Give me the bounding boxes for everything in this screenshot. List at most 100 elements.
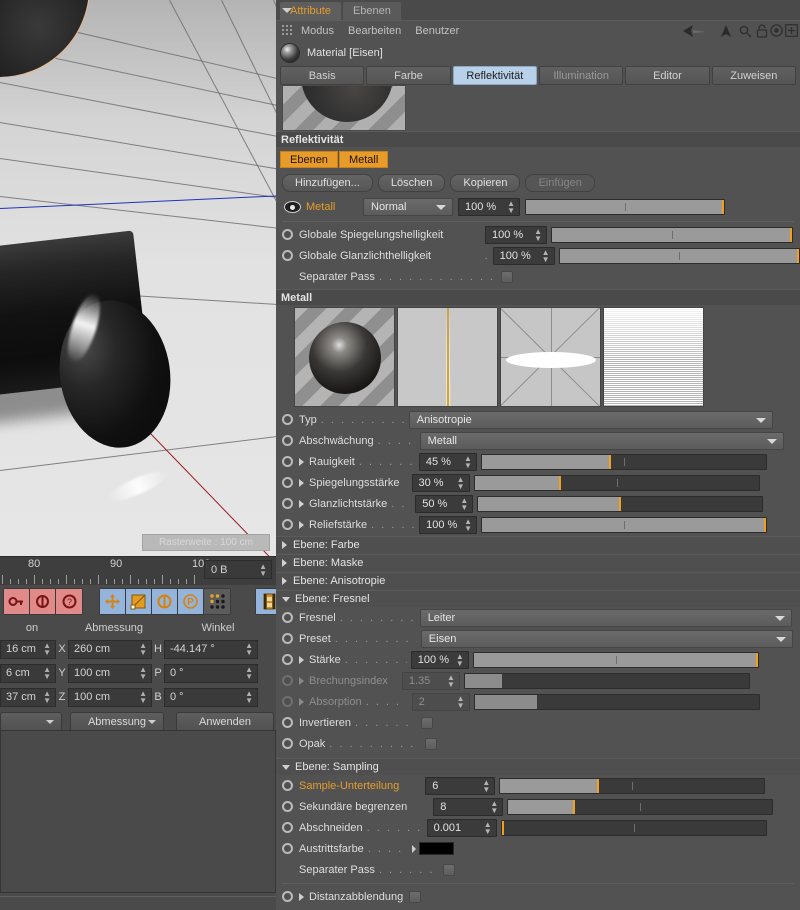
coord-mode-select[interactable] xyxy=(0,712,62,732)
lock-icon[interactable] xyxy=(756,24,768,41)
stepper-icon[interactable]: ▲ ▼ xyxy=(43,690,51,705)
blend-mode-select[interactable]: Normal xyxy=(363,198,453,216)
rauigkeit-row[interactable]: Rauigkeit . . . . . . . 45 % ▲▼ xyxy=(276,451,800,472)
stepper-icon[interactable]: ▲ ▼ xyxy=(139,642,147,657)
object-manager-empty[interactable] xyxy=(0,730,276,893)
material-preview[interactable] xyxy=(282,85,406,131)
question-key-icon[interactable]: ? xyxy=(56,589,82,614)
spiegelungsstaerke-field[interactable]: 30 % ▲ ▼ xyxy=(411,473,470,492)
anim-track-icon[interactable] xyxy=(282,477,293,488)
expand-arrow-icon[interactable] xyxy=(299,892,304,901)
sample-unterteilung-row[interactable]: Sample-Unterteilung 6 ▲ ▼ xyxy=(276,775,800,796)
typ-row[interactable]: Typ . . . . . . . . . Anisotropie xyxy=(276,409,800,430)
rauigkeit-field[interactable]: 45 % ▲ ▼ xyxy=(418,452,477,471)
eye-icon[interactable] xyxy=(284,201,301,213)
sample-unterteilung-field[interactable]: 6 ▲ ▼ xyxy=(425,776,496,795)
spiegelungsstaerke-slider[interactable] xyxy=(473,474,760,491)
fresnel-select[interactable]: Leiter xyxy=(419,608,792,627)
anim-track-icon[interactable] xyxy=(282,738,293,749)
anim-track-icon[interactable] xyxy=(282,435,293,446)
staerke-slider[interactable] xyxy=(472,651,759,668)
stepper-icon[interactable]: ▲ ▼ xyxy=(460,496,468,511)
staerke-field[interactable]: 100 % ▲ ▼ xyxy=(410,650,469,669)
sampling-separate-pass-row[interactable]: Separater Pass . . . . . . xyxy=(276,859,800,880)
preset-row[interactable]: Preset . . . . . . . . . Eisen xyxy=(276,628,800,649)
expand-arrow-icon[interactable] xyxy=(299,655,304,664)
stepper-icon[interactable]: ▲ ▼ xyxy=(245,642,253,657)
anisotropy-preview[interactable] xyxy=(500,307,601,407)
abschneiden-field[interactable]: 0.001 ▲ ▼ xyxy=(426,818,497,837)
stepper-icon[interactable]: ▲ ▼ xyxy=(259,562,267,577)
move-icon[interactable] xyxy=(100,589,126,614)
global-reflection-brightness-field[interactable]: 100 % ▲ ▼ xyxy=(485,225,547,244)
absorption-row[interactable]: Absorption . . . . 2 ▲ ▼ xyxy=(276,691,800,712)
stepper-icon[interactable]: ▲ ▼ xyxy=(484,820,492,835)
separate-pass-checkbox[interactable] xyxy=(500,270,513,283)
stepper-icon[interactable]: ▲ ▼ xyxy=(507,200,515,215)
key-icon[interactable] xyxy=(4,589,30,614)
stepper-icon[interactable]: ▲ ▼ xyxy=(457,694,465,709)
anim-track-icon[interactable] xyxy=(282,229,293,240)
austrittsfarbe-swatch[interactable] xyxy=(418,842,454,855)
size-mode-select[interactable]: Abmessung xyxy=(70,712,164,732)
layer-row-metall[interactable]: Metall Normal 100 % ▲ ▼ xyxy=(276,196,800,218)
global-specular-brightness-row[interactable]: Globale Glanzlichthelligkeit .. 100 % ▲▼ xyxy=(276,245,800,266)
abschwaechung-select[interactable]: Metall xyxy=(419,431,784,450)
attribute-menubar[interactable]: Modus Bearbeiten Benutzer xyxy=(276,20,800,40)
anim-track-icon[interactable] xyxy=(282,696,293,707)
rotation-b-field[interactable]: 0 ° ▲ ▼ xyxy=(164,687,258,707)
apply-button[interactable]: Anwenden xyxy=(176,712,274,732)
stepper-icon[interactable]: ▲ ▼ xyxy=(43,666,51,681)
parametric-icon[interactable]: P xyxy=(178,589,204,614)
tab-illumination[interactable]: Illumination xyxy=(538,66,624,85)
expand-arrow-icon[interactable] xyxy=(299,457,304,466)
anim-track-icon[interactable] xyxy=(282,780,293,791)
layer-buttons[interactable]: Hinzufügen... Löschen Kopieren Einfügen xyxy=(276,172,800,194)
abschwaechung-row[interactable]: Abschwächung . . . . Metall xyxy=(276,430,800,451)
up-arrow-icon[interactable] xyxy=(718,24,734,41)
size-y-field[interactable]: 100 cm ▲ ▼ xyxy=(68,663,152,683)
staerke-row[interactable]: Stärke . . . . . . . 100 % ▲ ▼ xyxy=(276,649,800,670)
anim-track-icon[interactable] xyxy=(282,519,293,530)
opak-row[interactable]: Opak . . . . . . . . . . xyxy=(276,733,800,754)
group-ebene-farbe[interactable]: Ebene: Farbe xyxy=(276,536,800,553)
reliefstaerke-field[interactable]: 100 % ▲ ▼ xyxy=(419,515,478,534)
expand-arrow-icon[interactable] xyxy=(299,697,304,706)
size-z-field[interactable]: 100 cm ▲ ▼ xyxy=(68,687,152,707)
distanzabblendung-checkbox[interactable] xyxy=(409,890,422,903)
anim-track-icon[interactable] xyxy=(282,822,293,833)
3d-viewport[interactable]: Rasterweite : 100 cm xyxy=(0,0,276,556)
transform-tool-group[interactable]: P xyxy=(99,588,231,615)
abschneiden-slider[interactable] xyxy=(500,819,767,836)
invertieren-checkbox[interactable] xyxy=(420,716,433,729)
tab-ebenen[interactable]: Ebenen xyxy=(342,2,401,20)
position-x-field[interactable]: 16 cm ▲ ▼ xyxy=(0,639,56,659)
position-y-field[interactable]: 6 cm ▲ ▼ xyxy=(0,663,56,683)
expand-arrow-icon[interactable] xyxy=(299,676,304,685)
stepper-icon[interactable]: ▲ ▼ xyxy=(457,475,465,490)
stepper-icon[interactable]: ▲ ▼ xyxy=(139,666,147,681)
layer-opacity-slider[interactable] xyxy=(525,199,725,215)
abschneiden-row[interactable]: Abschneiden . . . . . . . 0.001 ▲▼ xyxy=(276,817,800,838)
global-specular-brightness-field[interactable]: 100 % ▲ ▼ xyxy=(492,246,555,265)
stepper-icon[interactable]: ▲ ▼ xyxy=(542,248,550,263)
spiegelungsstaerke-row[interactable]: Spiegelungsstärke 30 % ▲ ▼ xyxy=(276,472,800,493)
invertieren-row[interactable]: Invertieren . . . . . . xyxy=(276,712,800,733)
brechungsindex-field[interactable]: 1.35 ▲ ▼ xyxy=(401,671,460,690)
anim-track-icon[interactable] xyxy=(282,456,293,467)
stepper-icon[interactable]: ▲ ▼ xyxy=(464,517,472,532)
anim-track-icon[interactable] xyxy=(282,891,293,902)
tab-basis[interactable]: Basis xyxy=(280,66,365,85)
reliefstaerke-slider[interactable] xyxy=(481,516,768,533)
material-header[interactable]: Material [Eisen] xyxy=(276,40,800,66)
anim-track-icon[interactable] xyxy=(282,675,293,686)
preset-select[interactable]: Eisen xyxy=(420,629,793,648)
brechungsindex-row[interactable]: Brechungsindex 1.35 ▲ ▼ xyxy=(276,670,800,691)
fresnel-row[interactable]: Fresnel . . . . . . . . Leiter xyxy=(276,607,800,628)
opak-checkbox[interactable] xyxy=(425,737,438,750)
chevron-down-icon[interactable] xyxy=(282,8,292,13)
distanzabblendung-row[interactable]: Distanzabblendung xyxy=(276,886,800,907)
attribute-tabbar[interactable]: Attribute Ebenen xyxy=(276,0,800,20)
global-reflection-brightness-slider[interactable] xyxy=(551,226,793,243)
copy-layer-button[interactable]: Kopieren xyxy=(450,174,521,192)
